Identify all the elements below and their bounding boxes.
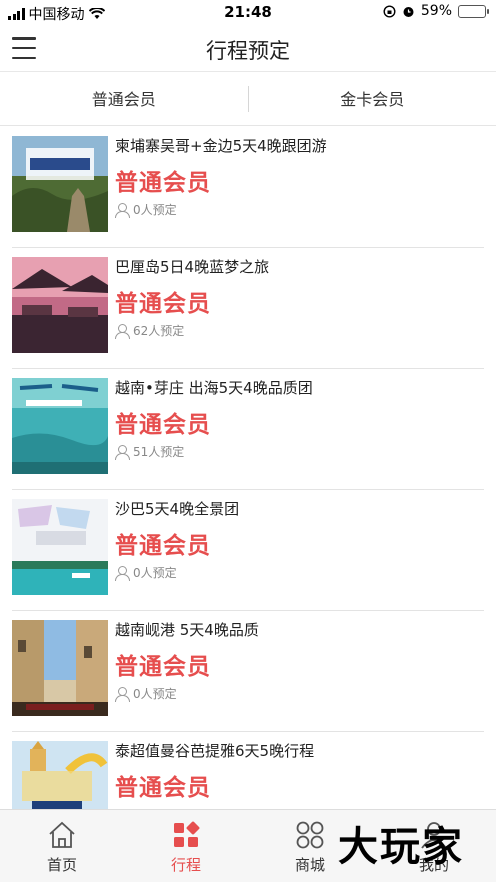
- shop-circles-icon: [296, 821, 324, 849]
- list-item[interactable]: 巴厘岛5日4晚蓝梦之旅 普通会员 62人预定: [0, 248, 496, 369]
- status-right: 59%: [383, 3, 489, 19]
- trip-thumbnail-danang: [12, 620, 108, 716]
- nav-bar: 行程预定: [0, 26, 496, 72]
- member-tag: 普通会员: [115, 533, 211, 559]
- member-tag: 普通会员: [115, 291, 211, 317]
- page-title: 行程预定: [206, 39, 290, 63]
- list-item[interactable]: 越南•芽庄 出海5天4晚品质团 普通会员 51人预定: [0, 369, 496, 490]
- booking-count: 62人预定: [115, 322, 184, 339]
- booking-count-label: 51人预定: [133, 445, 185, 459]
- booking-count: 0人预定: [115, 685, 177, 702]
- tab-gold-member[interactable]: 金卡会员: [249, 73, 496, 126]
- booking-count-label: 0人预定: [133, 203, 177, 217]
- battery-icon: [458, 4, 489, 18]
- trip-title: 越南岘港 5天4晚品质: [115, 621, 259, 639]
- alarm-icon: [403, 6, 414, 17]
- status-bar: 中国移动 21:48 59%: [0, 0, 496, 26]
- orientation-lock-icon: [383, 4, 396, 18]
- trip-thumbnail-bali: [12, 257, 108, 353]
- tab-regular-member[interactable]: 普通会员: [0, 73, 248, 126]
- tabbar-itinerary[interactable]: 行程: [124, 810, 248, 882]
- person-icon: [115, 323, 130, 339]
- home-icon: [49, 821, 75, 848]
- booking-count: 0人预定: [115, 201, 177, 218]
- trip-thumbnail-nhatrang: [12, 378, 108, 474]
- member-tag: 普通会员: [115, 775, 211, 801]
- tabbar-itinerary-label: 行程: [170, 856, 201, 874]
- trip-thumbnail-cambodia: [12, 136, 108, 232]
- trip-title: 柬埔寨吴哥+金边5天4晚跟团游: [115, 137, 327, 155]
- person-icon: [115, 686, 130, 702]
- person-icon: [115, 444, 130, 460]
- tabbar-home[interactable]: 首页: [0, 810, 124, 882]
- person-icon: [115, 565, 130, 581]
- member-tag: 普通会员: [115, 170, 211, 196]
- booking-count: 51人预定: [115, 443, 184, 460]
- member-tag: 普通会员: [115, 654, 211, 680]
- member-tabs: 普通会员 金卡会员: [0, 73, 496, 126]
- trip-title: 巴厘岛5日4晚蓝梦之旅: [115, 258, 270, 276]
- trip-title: 越南•芽庄 出海5天4晚品质团: [115, 379, 313, 397]
- watermark-logo: 大玩家: [338, 823, 464, 870]
- booking-count-label: 0人预定: [133, 687, 177, 701]
- list-item[interactable]: 沙巴5天4晚全景团 普通会员 0人预定: [0, 490, 496, 611]
- list-item[interactable]: 柬埔寨吴哥+金边5天4晚跟团游 普通会员 0人预定: [0, 127, 496, 248]
- battery-percent: 59%: [420, 3, 452, 19]
- booking-count: 0人预定: [115, 564, 177, 581]
- trip-title: 泰超值曼谷芭提雅6天5晚行程: [115, 742, 315, 760]
- person-icon: [115, 202, 130, 218]
- booking-count-label: 0人预定: [133, 566, 177, 580]
- trip-thumbnail-sabah: [12, 499, 108, 595]
- booking-count-label: 62人预定: [133, 324, 185, 338]
- list-item[interactable]: 越南岘港 5天4晚品质 普通会员 0人预定: [0, 611, 496, 732]
- member-tag: 普通会员: [115, 412, 211, 438]
- trip-list: 柬埔寨吴哥+金边5天4晚跟团游 普通会员 0人预定 巴厘岛5日4晚蓝梦之旅 普通…: [0, 127, 496, 853]
- tabbar-home-label: 首页: [46, 856, 77, 874]
- trip-title: 沙巴5天4晚全景团: [115, 500, 240, 518]
- itinerary-grid-icon: [174, 821, 200, 847]
